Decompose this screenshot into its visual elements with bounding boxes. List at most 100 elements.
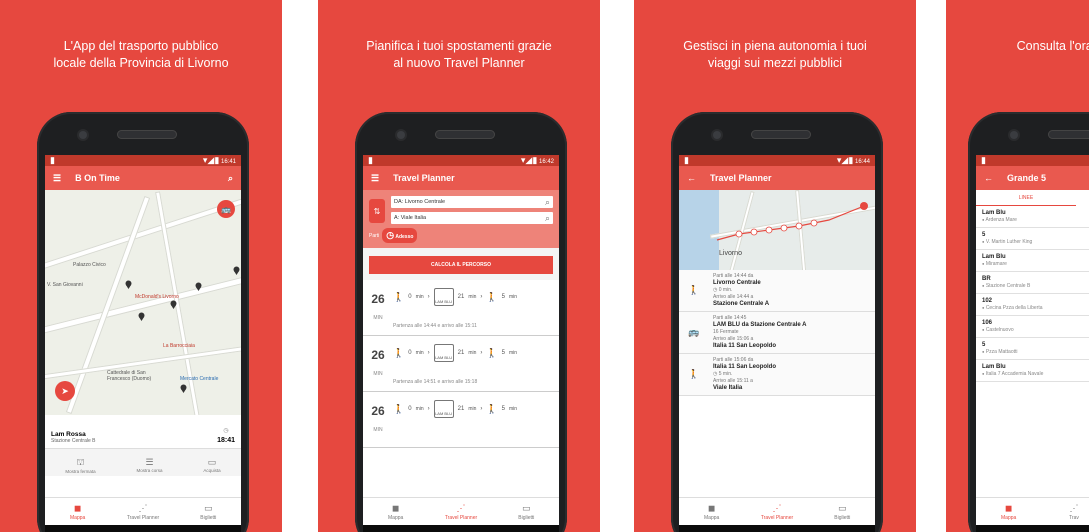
back-arrow-icon[interactable]: ← <box>984 173 993 183</box>
stop-actions: ⛫ Mostra fermata ☰ Mostra corsa ▭ Acquista <box>45 449 241 476</box>
line-name: Lam Rossa <box>51 431 86 438</box>
buy-button[interactable]: ▭ Acquista <box>203 457 220 474</box>
to-field[interactable]: A: Viale Italia ⌕ <box>391 212 553 224</box>
walk-icon: 🚶 <box>486 347 498 358</box>
notification-icon: ▮ <box>684 155 689 165</box>
route-card[interactable]: 26 MIN 🚶 0 min › LAM BLU 21 min › 🚶 5 min <box>363 392 559 448</box>
app-bar: ☰ Travel Planner <box>363 166 559 190</box>
bus-stop-pin-icon[interactable] <box>138 308 145 321</box>
itinerary-step[interactable]: 🚶 Parti alle 15:06 da Italia 11 San Leop… <box>679 354 875 396</box>
bus-icon: LAM BLU <box>433 288 454 306</box>
nav-map[interactable]: ◼ Mappa <box>45 498 110 525</box>
nav-map[interactable]: ◼ Mappa <box>363 498 428 525</box>
show-stop-button[interactable]: ⛫ Mostra fermata <box>65 457 95 474</box>
map-icon: ◼ <box>391 502 400 513</box>
stop-dot-icon: ● <box>982 239 985 244</box>
signal-icon: ▾◢▮ <box>202 155 220 165</box>
itinerary-steps: 🚶 Parti alle 14:44 da Livorno Centrale ◷… <box>679 270 875 396</box>
itinerary-step[interactable]: 🚶 Parti alle 14:44 da Livorno Centrale ◷… <box>679 270 875 312</box>
calc-wrap: CALCOLA IL PERCORSO <box>363 248 559 280</box>
nav-travel-planner[interactable]: ⋰ Trav <box>1041 498 1089 525</box>
nav-map[interactable]: ◼ Mappa <box>679 498 744 525</box>
walk-icon: 🚶 <box>393 347 405 358</box>
nav-tickets[interactable]: ▭ Biglietti <box>494 498 559 525</box>
panel-caption: L'App del trasporto pubblico locale dell… <box>53 39 229 70</box>
bottom-nav: ◼ Mappa ⋰ Travel Planner ▭ Biglietti <box>363 497 559 525</box>
list-icon: ☰ <box>145 457 154 467</box>
list-item[interactable]: 5 ● Pzza Mattaotti <box>976 338 1089 360</box>
bus-stop-pin-icon[interactable] <box>125 276 132 289</box>
phone-frame: ▮ ▾◢▮ 16:44 ← Travel Planner Livorno 🚶 P… <box>671 112 883 532</box>
route-card[interactable]: 26 MIN 🚶 0 min › LAM BLU 21 min › 🚶 5 min Part… <box>363 336 559 392</box>
from-field[interactable]: DA: Livorno Centrale ⌕ <box>391 196 553 208</box>
list-item[interactable]: Lam Blu ● Miramare <box>976 250 1089 272</box>
bus-stop-pin-icon[interactable] <box>180 380 187 393</box>
route-icon: ⋰ <box>456 502 466 513</box>
phone-screen: ▮ ▾◢▮ 16:42 ☰ Travel Planner ⇅ DA: Livor… <box>363 155 559 532</box>
stop-dot-icon: ● <box>982 283 985 288</box>
calculate-route-button[interactable]: CALCOLA IL PERCORSO <box>369 256 553 274</box>
front-camera <box>79 131 87 139</box>
app-title: B On Time <box>75 173 120 183</box>
nav-travel-planner[interactable]: ⋰ Travel Planner <box>110 498 175 525</box>
notification-icon: ▮ <box>368 155 373 165</box>
walk-icon: 🚶 <box>486 291 498 302</box>
list-item[interactable]: BR ● Stazione Centrale B <box>976 272 1089 294</box>
menu-icon[interactable]: ☰ <box>371 173 379 184</box>
bus-icon: LAM BLU <box>433 344 454 362</box>
menu-icon[interactable]: ☰ <box>53 173 61 184</box>
nav-map[interactable]: ◼ Mappa <box>976 498 1041 525</box>
nav-tickets[interactable]: ▭ Biglietti <box>176 498 241 525</box>
route-map[interactable]: Livorno <box>679 190 875 270</box>
panel-caption: Consulta l'orar piano d <box>1016 39 1089 53</box>
list-item[interactable]: 106 ● Castelnuovo <box>976 316 1089 338</box>
stop-dot-icon: ● <box>982 349 985 354</box>
list-item[interactable]: 5 ● V. Martin Luther King <box>976 228 1089 250</box>
tab-lines[interactable]: LINEE <box>976 190 1076 206</box>
route-icon: ⋰ <box>772 502 782 513</box>
bus-marker-icon[interactable]: 🚌 <box>217 200 235 218</box>
planner-form: ⇅ DA: Livorno Centrale ⌕ A: Viale Italia ⌕… <box>363 190 559 248</box>
signal-icon: ▾◢▮ <box>836 155 854 165</box>
stop-dot-icon: ● <box>982 305 985 310</box>
lines-list: Lam Blu ● Ardenza Mare 5 ● V. Martin Luthe… <box>976 206 1089 382</box>
phone-frame: ▮ ▾◢▮ 16:41 ☰ B On Time ⌕ Palazzo Civico <box>37 112 249 532</box>
swap-icon[interactable]: ⇅ <box>369 199 385 223</box>
map-view[interactable]: Palazzo Civico McDonald's Livorno La Bar… <box>45 190 241 415</box>
list-item[interactable]: Lam Blu ● Italia 7 Accademia Navale <box>976 360 1089 382</box>
bus-stop-pin-icon[interactable] <box>170 296 177 309</box>
bus-icon: 🚌 <box>688 327 700 337</box>
app-store-screenshots: L'App del trasporto pubblico locale dell… <box>0 0 1089 532</box>
system-nav-bar: ◀●■ <box>363 525 559 532</box>
bus-stop-pin-icon[interactable] <box>195 278 202 291</box>
map-label: Cattedrale di San Francesco (Duomo) <box>107 370 152 382</box>
bottom-nav: ◼ Mappa ⋰ Travel Planner ▭ Biglietti <box>45 497 241 525</box>
clock-icon: ◷ <box>713 371 718 377</box>
nav-travel-planner[interactable]: ⋰ Travel Planner <box>428 498 493 525</box>
locate-me-icon[interactable]: ➤ <box>55 381 75 401</box>
panel-caption: Gestisci in piena autonomia i tuoi viagg… <box>683 39 867 70</box>
list-item[interactable]: Lam Blu ● Ardenza Mare <box>976 206 1089 228</box>
app-bar: ☰ B On Time ⌕ <box>45 166 241 190</box>
search-icon: ⌕ <box>544 212 550 223</box>
walk-icon: 🚶 <box>393 403 405 414</box>
show-run-button[interactable]: ☰ Mostra corsa <box>136 457 162 474</box>
clock-icon: ◷ <box>386 230 395 240</box>
list-item[interactable]: 102 ● Cecina Pzza della Liberta <box>976 294 1089 316</box>
clock-icon: ◷ <box>223 428 229 434</box>
departure-time-chip[interactable]: ◷ Adesso <box>382 228 418 243</box>
nav-travel-planner[interactable]: ⋰ Travel Planner <box>744 498 809 525</box>
back-arrow-icon[interactable]: ← <box>687 173 696 183</box>
itinerary-step[interactable]: 🚌 Parti alle 14:45 LAM BLU da Stazione C… <box>679 312 875 354</box>
route-icon: ⋰ <box>138 502 148 513</box>
speaker-grille <box>117 130 177 139</box>
selected-stop-card[interactable]: Lam Rossa Stazione Centrale B ◷ 18:41 <box>45 415 241 449</box>
walk-icon: 🚶 <box>393 291 405 302</box>
app-title: Travel Planner <box>710 173 772 183</box>
route-card[interactable]: 26 MIN 🚶 0 min › LAM BLU 21 min › 🚶 5 min Part… <box>363 280 559 336</box>
panel-itinerary: Gestisci in piena autonomia i tuoi viagg… <box>634 0 916 532</box>
search-icon[interactable]: ⌕ <box>228 173 233 184</box>
nav-tickets[interactable]: ▭ Biglietti <box>810 498 875 525</box>
stop-dot-icon: ● <box>982 217 985 222</box>
bus-stop-pin-icon[interactable] <box>233 262 240 275</box>
